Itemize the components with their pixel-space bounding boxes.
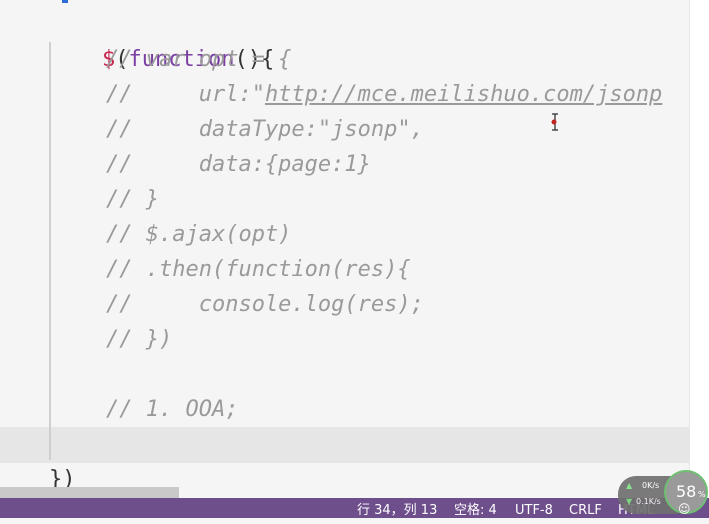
download-arrow-icon: ▼ bbox=[626, 497, 633, 506]
code-line[interactable]: // } bbox=[106, 182, 159, 217]
current-line-highlight bbox=[0, 427, 689, 463]
code-line[interactable]: // 1. OOA; bbox=[106, 392, 238, 427]
comment-text: // } bbox=[106, 187, 159, 212]
comment-text: // $.ajax(opt) bbox=[106, 222, 292, 247]
smiley-face-icon: ☺ bbox=[678, 502, 691, 516]
code-line[interactable]: // $.ajax(opt) bbox=[106, 217, 291, 252]
download-speed: 0.1K/s bbox=[636, 497, 661, 506]
code-editor[interactable]: $(function(){ // var opt = { // url:"htt… bbox=[0, 0, 689, 498]
comment-text: // }) bbox=[106, 327, 173, 352]
encoding-selector[interactable]: UTF-8 bbox=[515, 498, 553, 518]
indent-setting[interactable]: 空格: 4 bbox=[454, 498, 497, 518]
usage-percent-sign: % bbox=[698, 490, 706, 499]
gutter-marker bbox=[62, 0, 68, 3]
vertical-scrollbar-track[interactable] bbox=[689, 0, 709, 498]
comment-text: // url:" bbox=[106, 82, 265, 107]
comment-text: // data:{page:1} bbox=[106, 152, 371, 177]
code-line[interactable]: // .then(function(res){ bbox=[106, 252, 411, 287]
code-line[interactable]: // console.log(res); bbox=[106, 287, 424, 322]
cursor-position[interactable]: 行 34，列 13 bbox=[357, 498, 437, 518]
comment-text: // dataType:"jsonp", bbox=[106, 117, 424, 142]
code-line[interactable]: // data:{page:1} bbox=[106, 147, 371, 182]
status-bar: 行 34，列 13 空格: 4 UTF-8 CRLF HTML bbox=[0, 498, 709, 518]
usage-percent: 58 bbox=[676, 482, 697, 501]
comment-text: // 1. OOA; bbox=[106, 397, 239, 422]
eol-selector[interactable]: CRLF bbox=[569, 498, 602, 518]
code-line[interactable]: // url:"http://mce.meilishuo.com/jsonp bbox=[106, 77, 662, 112]
upload-arrow-icon: ▲ bbox=[626, 481, 633, 490]
comment-text: // console.log(res); bbox=[106, 292, 424, 317]
code-line[interactable]: // dataType:"jsonp", bbox=[106, 112, 424, 147]
code-line[interactable]: // }) bbox=[106, 322, 172, 357]
code-line[interactable]: // var opt = { bbox=[106, 42, 291, 77]
comment-text: // .then(function(res){ bbox=[106, 257, 411, 282]
comment-text: // var opt = { bbox=[106, 47, 292, 72]
horizontal-scrollbar[interactable] bbox=[0, 487, 179, 498]
url-link[interactable]: http://mce.meilishuo.com/jsonp bbox=[265, 82, 662, 107]
upload-speed: 0K/s bbox=[642, 481, 660, 490]
text-cursor-icon bbox=[551, 113, 558, 131]
network-usage-gauge[interactable]: 58 % ☺ bbox=[664, 470, 708, 516]
code-line-open[interactable]: $(function(){ bbox=[49, 7, 274, 72]
